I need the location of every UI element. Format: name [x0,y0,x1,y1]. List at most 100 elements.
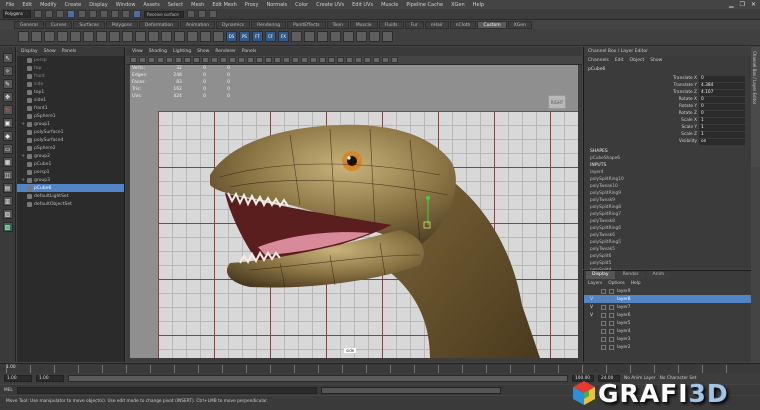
viewport-menu-shading[interactable]: Shading [149,49,167,54]
viewport-toolbar-icon[interactable] [328,57,335,63]
move-tool-icon[interactable]: ✥ [2,92,13,102]
close-icon[interactable]: ✕ [751,1,756,8]
viewport-toolbar-icon[interactable] [220,57,227,63]
viewport-toolbar-icon[interactable] [184,57,191,63]
menu-color[interactable]: Color [295,2,308,8]
open-scene-icon[interactable] [45,10,53,18]
layer-menu-options[interactable]: Options [608,281,625,286]
layer-row[interactable]: layer5 [584,319,751,327]
lasso-tool-icon[interactable]: ✧ [2,66,13,76]
shelf-tool-icon[interactable] [148,31,159,42]
input-node-item[interactable]: polySplit6 [584,253,751,260]
viewport-toolbar-icon[interactable] [238,57,245,63]
layer-row[interactable]: Vlayer8 [584,295,751,303]
menu-create-uvs[interactable]: Create UVs [316,2,344,8]
attribute-row[interactable]: Scale Y1 [584,124,751,131]
viewport-toolbar-icon[interactable] [319,57,326,63]
viewport-toolbar-icon[interactable] [247,57,254,63]
color-swatch[interactable] [609,304,614,310]
layer-menu-layers[interactable]: Layers [588,281,602,286]
menu-help[interactable]: Help [473,2,484,8]
viewport-toolbar-icon[interactable] [337,57,344,63]
visibility-toggle[interactable]: V [590,305,598,310]
layer-row[interactable]: Vlayer7 [584,303,751,311]
shelf-tool-icon[interactable] [31,31,42,42]
attribute-row[interactable]: Scale Z1 [584,131,751,138]
select-by-object-icon[interactable] [78,10,86,18]
template-toggle[interactable] [601,328,606,334]
attribute-value[interactable]: 0 [699,110,745,117]
attribute-value[interactable]: 4.107 [699,89,745,96]
template-toggle[interactable] [601,304,606,310]
outliner-menu-show[interactable]: Show [44,49,56,54]
outliner-item[interactable]: polySurface4 [17,136,124,144]
layer-menu-help[interactable]: Help [631,281,641,286]
shelf-tab-rendering[interactable]: Rendering [251,21,287,29]
shelf-tool-icon[interactable] [187,31,198,42]
view-cube[interactable]: RIGHT [548,95,566,109]
visibility-toggle[interactable]: V [590,297,598,302]
template-toggle[interactable] [601,312,606,318]
menu-mesh[interactable]: Mesh [191,2,204,8]
input-node-item[interactable]: polySplitRing6 [584,225,751,232]
viewport-toolbar-icon[interactable] [283,57,290,63]
select-tool-icon[interactable]: ↖ [2,53,13,63]
viewport-toolbar-icon[interactable] [130,57,137,63]
attribute-row[interactable]: Rotate Z0 [584,110,751,117]
layer-row[interactable]: layer3 [584,335,751,343]
layout-persp-icon[interactable]: ▧ [2,209,13,219]
shelf-tab-custom[interactable]: Custom [477,21,507,29]
viewport-menu-show[interactable]: Show [197,49,209,54]
outliner-item[interactable]: side [17,80,124,88]
attribute-row[interactable]: Visibility on [584,138,751,145]
outliner-item[interactable]: pSphere2 [17,144,124,152]
template-toggle[interactable] [601,296,606,302]
shelf-tool-icon[interactable] [382,31,393,42]
viewport-toolbar-icon[interactable] [355,57,362,63]
attribute-value[interactable]: 1 [699,124,745,131]
viewport-toolbar-icon[interactable] [157,57,164,63]
attribute-value[interactable]: 1 [699,131,745,138]
shelf-tab-fur[interactable]: Fur [404,21,424,29]
outliner-item[interactable]: pCube1 [17,160,124,168]
color-swatch[interactable] [609,288,614,294]
shelf-tool-icon[interactable] [96,31,107,42]
menu-select[interactable]: Select [168,2,183,8]
viewport-toolbar-icon[interactable] [292,57,299,63]
shelf-tab-toon[interactable]: Toon [326,21,349,29]
viewport-menu-renderer[interactable]: Renderer [215,49,236,54]
layout-graph-icon[interactable]: ▥ [2,196,13,206]
new-scene-icon[interactable] [34,10,42,18]
viewport-toolbar-icon[interactable] [373,57,380,63]
layer-tab-anim[interactable]: Anim [646,271,671,279]
shelf-tab-dynamics[interactable]: Dynamics [215,21,251,29]
command-language-label[interactable]: MEL [4,388,13,393]
range-start-field[interactable]: 1.00 [36,375,64,382]
range-bar[interactable] [68,375,568,382]
menu-file[interactable]: File [6,2,14,8]
viewport-toolbar-icon[interactable] [274,57,281,63]
shelf-tool-icon[interactable] [317,31,328,42]
viewport-toolbar-icon[interactable] [175,57,182,63]
shelf-tab-polygons[interactable]: Polygons [105,21,138,29]
viewport-toolbar-icon[interactable] [202,57,209,63]
layer-row[interactable]: layer9 [584,287,751,295]
attribute-value[interactable]: 0 [699,96,745,103]
channel-menu-show[interactable]: Show [650,58,662,63]
layout-outliner-icon[interactable]: ▤ [2,183,13,193]
color-swatch[interactable] [609,344,614,350]
live-surface-field[interactable]: Receive surface [144,10,184,18]
color-swatch[interactable] [609,336,614,342]
shelf-tool-icon[interactable] [44,31,55,42]
menu-assets[interactable]: Assets [143,2,159,8]
shelf-tab-surfaces[interactable]: Surfaces [73,21,105,29]
shelf-tab-deformation[interactable]: Deformation [138,21,179,29]
color-swatch[interactable] [609,296,614,302]
menu-pipeline-cache[interactable]: Pipeline Cache [406,2,443,8]
select-by-hierarchy-icon[interactable] [67,10,75,18]
channel-menu-edit[interactable]: Edit [615,58,624,63]
channel-box-object[interactable]: pCube6 [584,65,751,75]
channel-menu-object[interactable]: Object [630,58,645,63]
shelf-tool-icon[interactable] [200,31,211,42]
shelf-tool-icon[interactable] [70,31,81,42]
